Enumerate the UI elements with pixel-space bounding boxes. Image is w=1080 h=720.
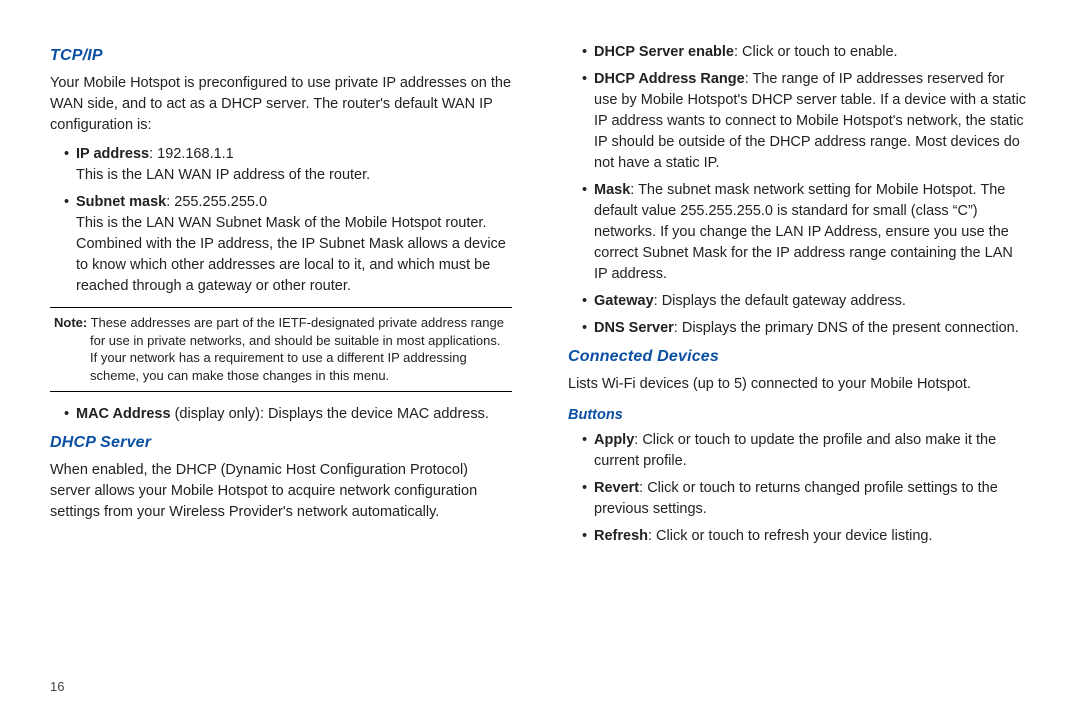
dhcp-intro: When enabled, the DHCP (Dynamic Host Con… bbox=[50, 460, 512, 523]
note-lead: These addresses are part of the IETF-des… bbox=[87, 315, 504, 330]
tcpip-item-subnet: Subnet mask: 255.255.255.0 This is the L… bbox=[64, 192, 512, 297]
dhcp-mask-term: Mask bbox=[594, 182, 630, 198]
buttons-refresh-value: : Click or touch to refresh your device … bbox=[648, 528, 932, 544]
page-number: 16 bbox=[50, 679, 64, 694]
tcpip-ip-desc: This is the LAN WAN IP address of the ro… bbox=[76, 165, 512, 186]
note-label: Note: bbox=[54, 315, 87, 330]
right-column: DHCP Server enable: Click or touch to en… bbox=[540, 40, 1030, 700]
buttons-apply-value: : Click or touch to update the profile a… bbox=[594, 432, 996, 469]
mac-list: MAC Address (display only): Displays the… bbox=[50, 404, 512, 425]
dhcp-item-mask: Mask: The subnet mask network setting fo… bbox=[582, 180, 1030, 285]
buttons-revert-value: : Click or touch to returns changed prof… bbox=[594, 480, 998, 517]
buttons-list: Apply: Click or touch to update the prof… bbox=[568, 430, 1030, 547]
heading-buttons: Buttons bbox=[568, 405, 1030, 426]
tcpip-intro: Your Mobile Hotspot is preconfigured to … bbox=[50, 73, 512, 136]
dhcp-dns-term: DNS Server bbox=[594, 320, 674, 336]
tcpip-subnet-value: : 255.255.255.0 bbox=[166, 194, 267, 210]
tcpip-subnet-term: Subnet mask bbox=[76, 194, 166, 210]
dhcp-dns-value: : Displays the primary DNS of the presen… bbox=[674, 320, 1019, 336]
dhcp-range-term: DHCP Address Range bbox=[594, 71, 745, 87]
tcpip-subnet-desc: This is the LAN WAN Subnet Mask of the M… bbox=[76, 213, 512, 297]
dhcp-mask-value: : The subnet mask network setting for Mo… bbox=[594, 182, 1013, 282]
heading-dhcp-server: DHCP Server bbox=[50, 431, 512, 454]
mac-value: (display only): Displays the device MAC … bbox=[171, 406, 489, 422]
heading-tcpip: TCP/IP bbox=[50, 44, 512, 67]
dhcp-gateway-value: : Displays the default gateway address. bbox=[654, 293, 906, 309]
tcpip-ip-term: IP address bbox=[76, 146, 149, 162]
tcpip-note: Note: These addresses are part of the IE… bbox=[50, 307, 512, 391]
tcpip-item-ip: IP address: 192.168.1.1 This is the LAN … bbox=[64, 144, 512, 186]
dhcp-items-list: DHCP Server enable: Click or touch to en… bbox=[568, 42, 1030, 339]
buttons-revert-term: Revert bbox=[594, 480, 639, 496]
left-column: TCP/IP Your Mobile Hotspot is preconfigu… bbox=[50, 40, 540, 700]
manual-page: TCP/IP Your Mobile Hotspot is preconfigu… bbox=[0, 0, 1080, 720]
dhcp-item-range: DHCP Address Range: The range of IP addr… bbox=[582, 69, 1030, 174]
dhcp-enable-value: : Click or touch to enable. bbox=[734, 44, 898, 60]
tcpip-list: IP address: 192.168.1.1 This is the LAN … bbox=[50, 144, 512, 297]
buttons-apply-term: Apply bbox=[594, 432, 634, 448]
mac-term: MAC Address bbox=[76, 406, 171, 422]
buttons-refresh-term: Refresh bbox=[594, 528, 648, 544]
connected-intro: Lists Wi-Fi devices (up to 5) connected … bbox=[568, 374, 1030, 395]
mac-item: MAC Address (display only): Displays the… bbox=[64, 404, 512, 425]
buttons-item-apply: Apply: Click or touch to update the prof… bbox=[582, 430, 1030, 472]
note-body: for use in private networks, and should … bbox=[54, 332, 508, 385]
dhcp-item-enable: DHCP Server enable: Click or touch to en… bbox=[582, 42, 1030, 63]
buttons-item-refresh: Refresh: Click or touch to refresh your … bbox=[582, 526, 1030, 547]
dhcp-enable-term: DHCP Server enable bbox=[594, 44, 734, 60]
dhcp-item-gateway: Gateway: Displays the default gateway ad… bbox=[582, 291, 1030, 312]
dhcp-gateway-term: Gateway bbox=[594, 293, 654, 309]
tcpip-ip-value: : 192.168.1.1 bbox=[149, 146, 234, 162]
dhcp-item-dns: DNS Server: Displays the primary DNS of … bbox=[582, 318, 1030, 339]
heading-connected-devices: Connected Devices bbox=[568, 345, 1030, 368]
buttons-item-revert: Revert: Click or touch to returns change… bbox=[582, 478, 1030, 520]
